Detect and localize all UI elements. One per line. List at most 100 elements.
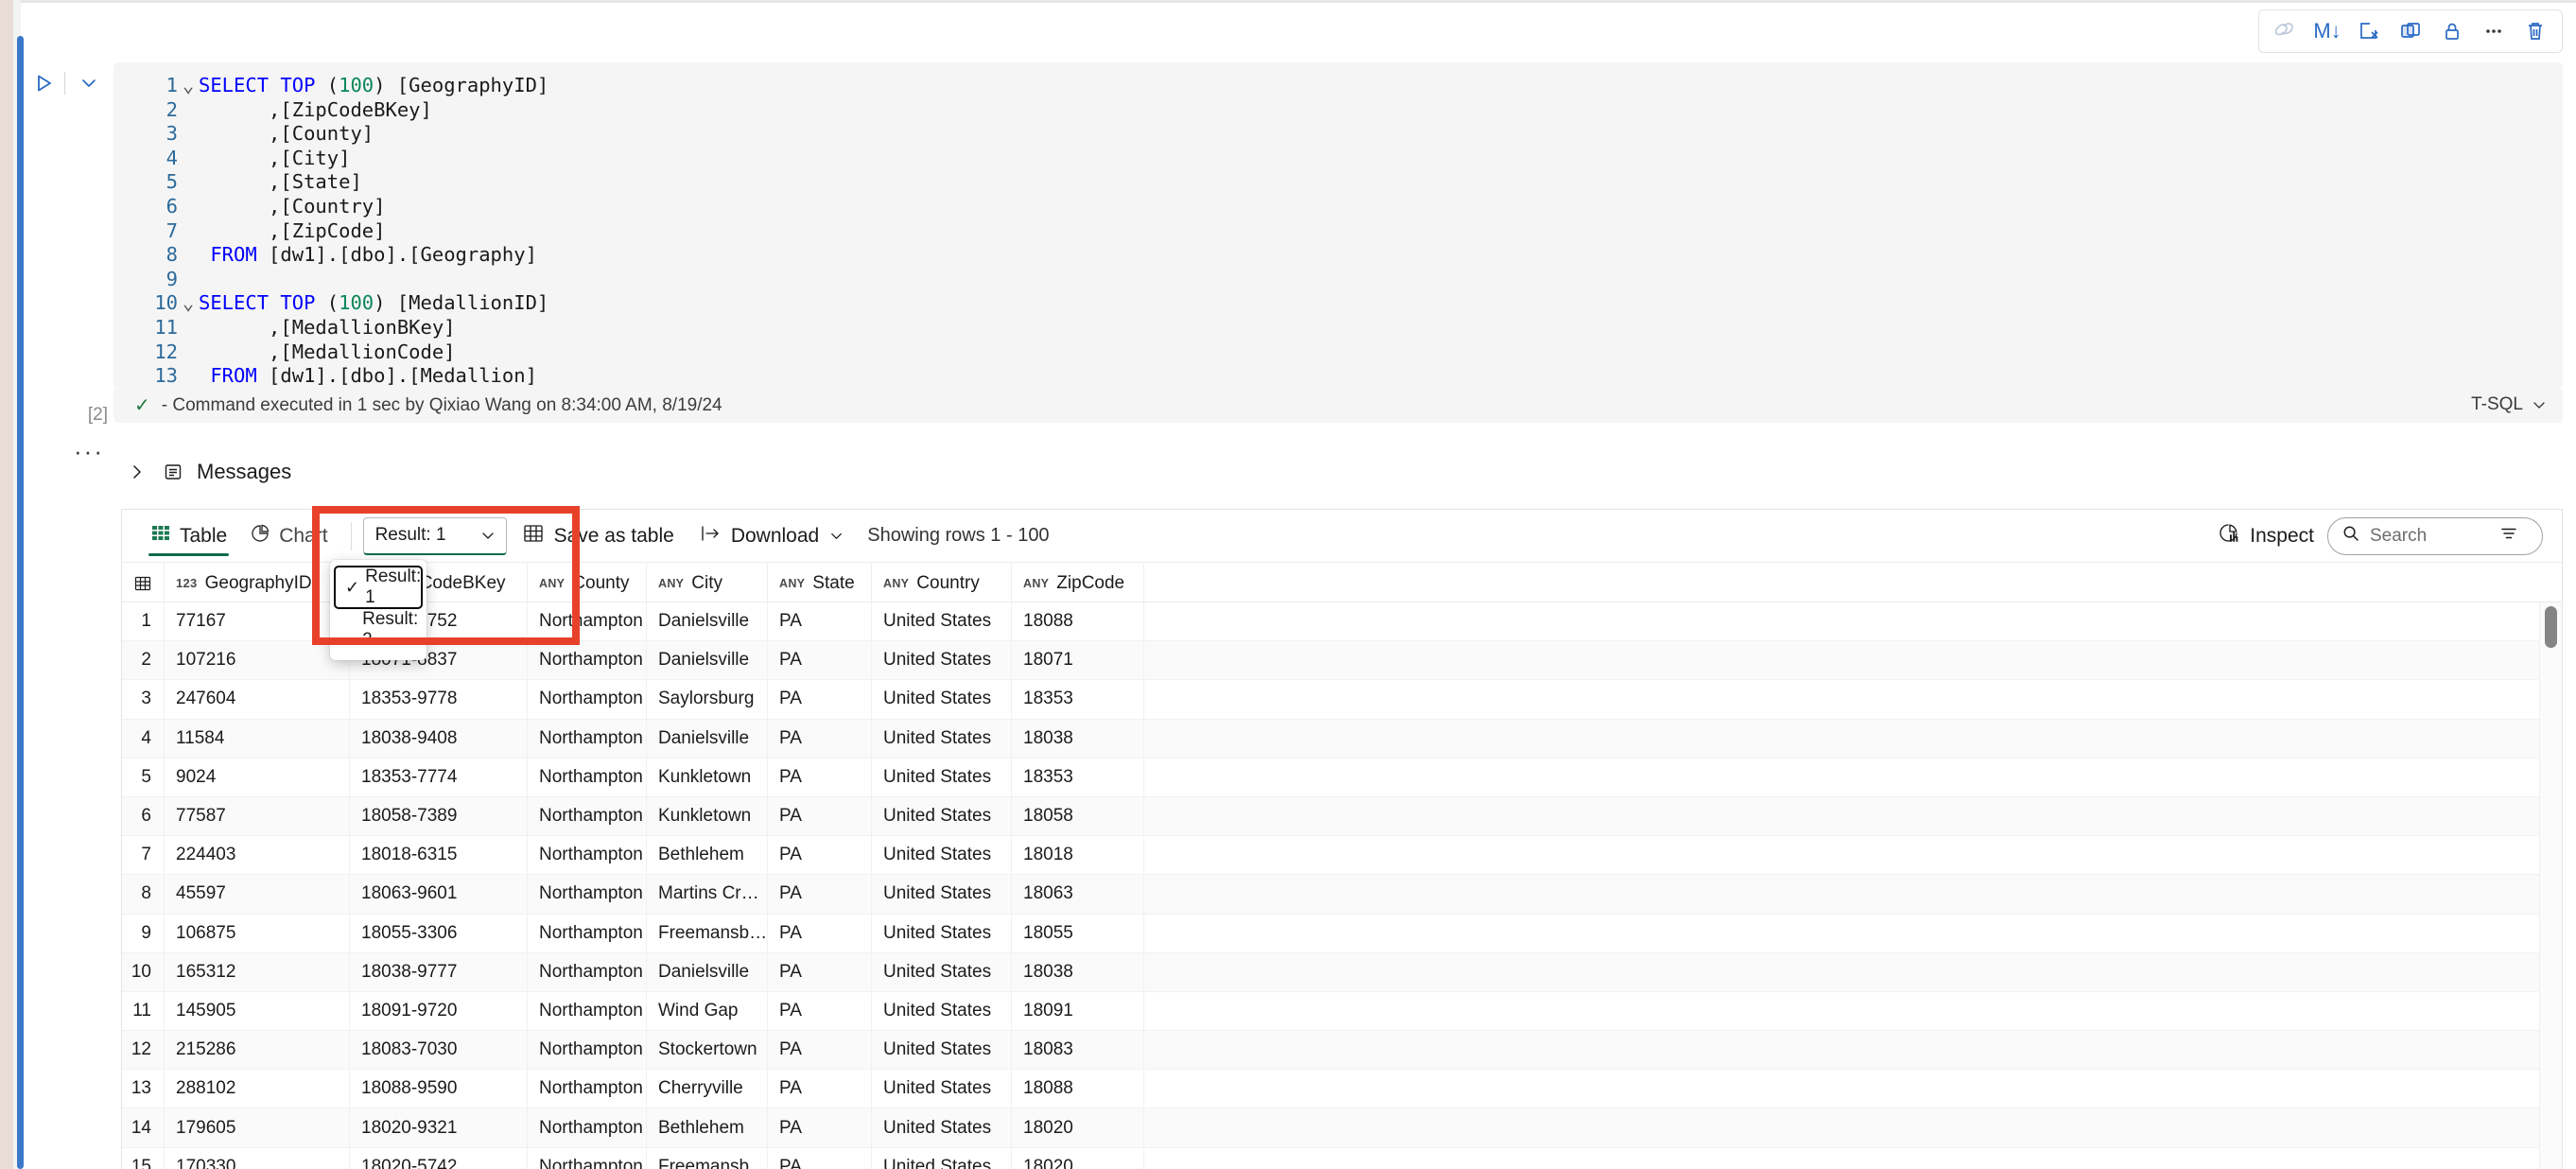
table-cell[interactable]: 18038 [1012,952,1144,991]
table-cell[interactable]: Northampton [528,952,647,991]
search-input[interactable] [2370,525,2489,547]
table-row[interactable]: 14 179605 18020-9321 Northampton Bethlehem PA… [122,1108,2562,1148]
table-cell[interactable]: 18038 [1012,719,1144,758]
table-row[interactable]: 13 288102 18088-9590 Northampton Cherryville… [122,1070,2562,1109]
table-cell[interactable]: 18020 [1012,1147,1144,1169]
table-cell[interactable]: United States [872,1031,1012,1070]
grid-column-header[interactable]: ANY County [528,564,647,602]
table-row[interactable]: 3 247604 18353-9778 Northampton Saylorsburg P… [122,680,2562,720]
grid-column-header[interactable]: ANY City [647,564,768,602]
table-cell[interactable]: Freemansb… [647,1147,768,1169]
table-cell[interactable]: United States [872,1108,1012,1147]
fold-chevron-icon[interactable]: ⌄ [178,74,199,98]
table-cell[interactable]: Northampton [528,680,647,719]
table-row[interactable]: 4 11584 18038-9408 Northampton Danielsville P… [122,719,2562,759]
table-cell[interactable]: Danielsville [647,602,768,641]
table-cell[interactable]: 77587 [165,796,350,836]
search-box[interactable] [2327,516,2543,555]
table-cell[interactable]: United States [872,758,1012,796]
filter-icon[interactable] [2498,523,2519,549]
table-cell[interactable]: 18058-7389 [350,796,528,836]
table-cell[interactable]: PA [768,719,872,758]
table-cell[interactable]: United States [872,875,1012,914]
table-cell[interactable]: Northampton [528,1147,647,1169]
table-cell[interactable]: 18353-9778 [350,680,528,719]
dropdown-option-result-1[interactable]: ✓ Result: 1 [334,566,423,609]
table-cell[interactable]: Freemansb… [647,914,768,952]
copilot-icon[interactable] [2265,12,2306,50]
table-row[interactable]: 8 45597 18063-9601 Northampton Martins Cr… PA… [122,875,2562,915]
table-cell[interactable]: Cherryville [647,1070,768,1108]
more-options-icon[interactable] [2473,12,2515,50]
table-cell[interactable]: PA [768,1031,872,1070]
lock-icon[interactable] [2431,12,2473,50]
table-row[interactable]: 6 77587 18058-7389 Northampton Kunkletown PA U… [122,796,2562,837]
table-cell[interactable]: Saylorsburg [647,680,768,719]
table-cell[interactable]: 18055 [1012,914,1144,952]
table-row[interactable]: 5 9024 18353-7774 Northampton Kunkletown PA Un… [122,758,2562,797]
table-cell[interactable]: PA [768,796,872,836]
table-cell[interactable]: 18063 [1012,875,1144,914]
grid-column-header[interactable]: ANY ZipCode [1012,564,1144,602]
table-cell[interactable]: United States [872,991,1012,1031]
table-cell[interactable]: PA [768,875,872,914]
table-cell[interactable]: 170330 [165,1147,350,1169]
table-cell[interactable]: Northampton [528,914,647,952]
grid-column-header[interactable]: 123 GeographyID [165,564,350,602]
table-cell[interactable]: Northampton [528,796,647,836]
table-cell[interactable]: United States [872,1070,1012,1108]
table-cell[interactable]: PA [768,1070,872,1108]
table-cell[interactable]: 18038-9408 [350,719,528,758]
table-cell[interactable]: 106875 [165,914,350,952]
table-cell[interactable]: United States [872,719,1012,758]
table-cell[interactable]: United States [872,914,1012,952]
table-cell[interactable]: 18091 [1012,991,1144,1031]
table-cell[interactable]: Bethlehem [647,836,768,875]
cell-more-actions-icon[interactable]: ··· [68,439,110,463]
table-cell[interactable]: Danielsville [647,719,768,758]
table-cell[interactable]: Kunkletown [647,796,768,836]
table-row[interactable]: 11 145905 18091-9720 Northampton Wind Gap PA U… [122,991,2562,1032]
table-cell[interactable]: 247604 [165,680,350,719]
table-cell[interactable]: Northampton [528,991,647,1031]
fold-chevron-icon[interactable]: ⌄ [178,291,199,316]
table-cell[interactable]: United States [872,1147,1012,1169]
table-cell[interactable]: Northampton [528,1108,647,1147]
grid-column-header[interactable]: ANY Country [872,564,1012,602]
table-cell[interactable]: 18055-3306 [350,914,528,952]
table-cell[interactable]: 18018 [1012,836,1144,875]
table-cell[interactable]: PA [768,914,872,952]
table-cell[interactable]: 18083 [1012,1031,1144,1070]
table-cell[interactable]: Danielsville [647,641,768,680]
table-cell[interactable]: 18353 [1012,758,1144,796]
tab-table[interactable]: Table [139,511,238,562]
table-cell[interactable]: 45597 [165,875,350,914]
table-cell[interactable]: United States [872,680,1012,719]
table-row[interactable]: 210721618071-8837NorthamptonDanielsville… [122,641,2562,681]
table-cell[interactable]: 18020 [1012,1108,1144,1147]
table-cell[interactable]: 107216 [165,641,350,680]
table-cell[interactable]: Danielsville [647,952,768,991]
table-cell[interactable]: Northampton [528,602,647,641]
table-cell[interactable]: 18088 [1012,1070,1144,1108]
download-button[interactable]: Download [689,517,854,555]
grid-select-all-corner[interactable] [122,564,165,602]
table-cell[interactable]: 215286 [165,1031,350,1070]
run-cell-button[interactable] [28,68,59,98]
table-cell[interactable]: Bethlehem [647,1108,768,1147]
inspect-button[interactable]: Inspect [2218,522,2314,550]
table-cell[interactable]: PA [768,991,872,1031]
table-cell[interactable]: 165312 [165,952,350,991]
table-cell[interactable]: Northampton [528,875,647,914]
sql-code-editor[interactable]: 1 ⌄ SELECT TOP (100) [GeographyID] 2 ,[ZipC… [113,62,2563,389]
table-cell[interactable]: United States [872,641,1012,680]
table-cell[interactable]: 18088 [1012,602,1144,641]
table-cell[interactable]: Kunkletown [647,758,768,796]
table-cell[interactable]: 18058 [1012,796,1144,836]
clear-output-icon[interactable] [2348,12,2390,50]
table-cell[interactable]: 145905 [165,991,350,1031]
table-cell[interactable]: 18018-6315 [350,836,528,875]
table-cell[interactable]: 18091-9720 [350,991,528,1031]
table-cell[interactable]: 77167 [165,602,350,641]
grid-column-header[interactable]: ANY State [768,564,872,602]
